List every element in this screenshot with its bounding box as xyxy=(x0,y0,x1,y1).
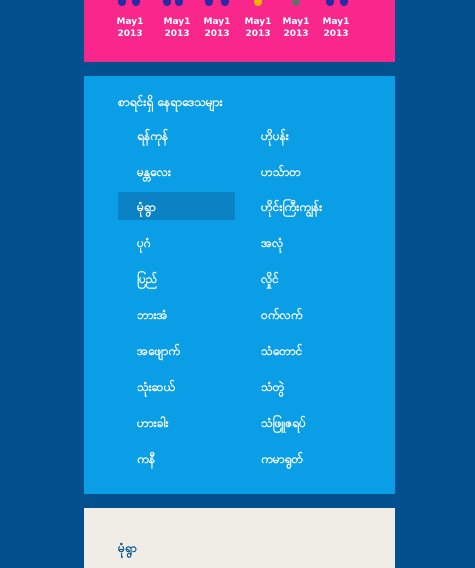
weather-icon xyxy=(316,0,356,16)
city-link[interactable]: လှိုင် xyxy=(261,272,279,286)
weather-icon xyxy=(157,0,197,16)
city-link[interactable]: ဟိုင်းကြီးကျွန်း xyxy=(261,200,322,214)
city-list-panel: စာရင်းရှိ နေရာဒေသများ ရန်ကုန် မန္တလေး မု… xyxy=(84,76,395,494)
weather-icon xyxy=(197,0,237,16)
date-year: 2013 xyxy=(164,29,190,39)
city-link[interactable]: ဝက်လက် xyxy=(261,308,302,322)
date-month: May1 xyxy=(116,17,144,27)
city-link[interactable]: သံဖြူဇရပ် xyxy=(261,416,306,430)
city-link[interactable]: ကနီ xyxy=(137,452,155,466)
city-link[interactable]: သံတောင် xyxy=(261,344,302,358)
city-link[interactable]: ပုဂံ xyxy=(137,236,151,250)
date-item[interactable]: May1 2013 xyxy=(110,0,150,40)
city-link[interactable]: ဘားအံ xyxy=(137,308,168,322)
date-item[interactable]: May1 2013 xyxy=(157,0,197,40)
date-item[interactable]: May1 2013 xyxy=(316,0,356,40)
date-year: 2013 xyxy=(204,29,230,39)
weather-icon xyxy=(238,0,278,16)
date-month: May1 xyxy=(203,17,231,27)
city-link[interactable]: ဟသ်ာတ xyxy=(261,165,301,179)
weather-icon xyxy=(110,0,150,16)
city-link[interactable]: ဟိုပန်း xyxy=(261,129,289,143)
weather-icon xyxy=(276,0,316,16)
date-item[interactable]: May1 2013 xyxy=(238,0,278,40)
city-link[interactable]: မုံရွာ xyxy=(137,200,156,214)
city-link[interactable]: သံတွဲ xyxy=(261,380,284,394)
date-year: 2013 xyxy=(117,29,143,39)
date-year: 2013 xyxy=(283,29,309,39)
city-link[interactable]: သုံးဆယ် xyxy=(137,380,175,394)
city-link[interactable]: ကမာရွတ် xyxy=(261,452,303,466)
panel-title: စာရင်းရှိ နေရာဒေသများ xyxy=(118,95,223,109)
date-month: May1 xyxy=(163,17,191,27)
city-link[interactable]: မန္တလေး xyxy=(137,165,171,179)
date-month: May1 xyxy=(244,17,272,27)
selected-city-label: မုံရွာ xyxy=(118,541,137,555)
selected-city-highlight xyxy=(118,192,235,220)
date-year: 2013 xyxy=(245,29,271,39)
city-link[interactable]: ဟားခါး xyxy=(137,416,169,430)
city-link[interactable]: ရန်ကုန် xyxy=(137,129,168,143)
date-strip: May1 2013 May1 2013 May1 2013 May1 2013 … xyxy=(84,0,395,62)
date-month: May1 xyxy=(282,17,310,27)
date-month: May1 xyxy=(322,17,350,27)
date-item[interactable]: May1 2013 xyxy=(197,0,237,40)
date-item[interactable]: May1 2013 xyxy=(276,0,316,40)
date-year: 2013 xyxy=(323,29,349,39)
selected-city-panel: မုံရွာ xyxy=(84,508,395,568)
city-link[interactable]: အဖျောက် xyxy=(137,344,180,358)
city-link[interactable]: ပြည် xyxy=(137,272,157,286)
city-link[interactable]: အလုံ xyxy=(261,236,283,250)
